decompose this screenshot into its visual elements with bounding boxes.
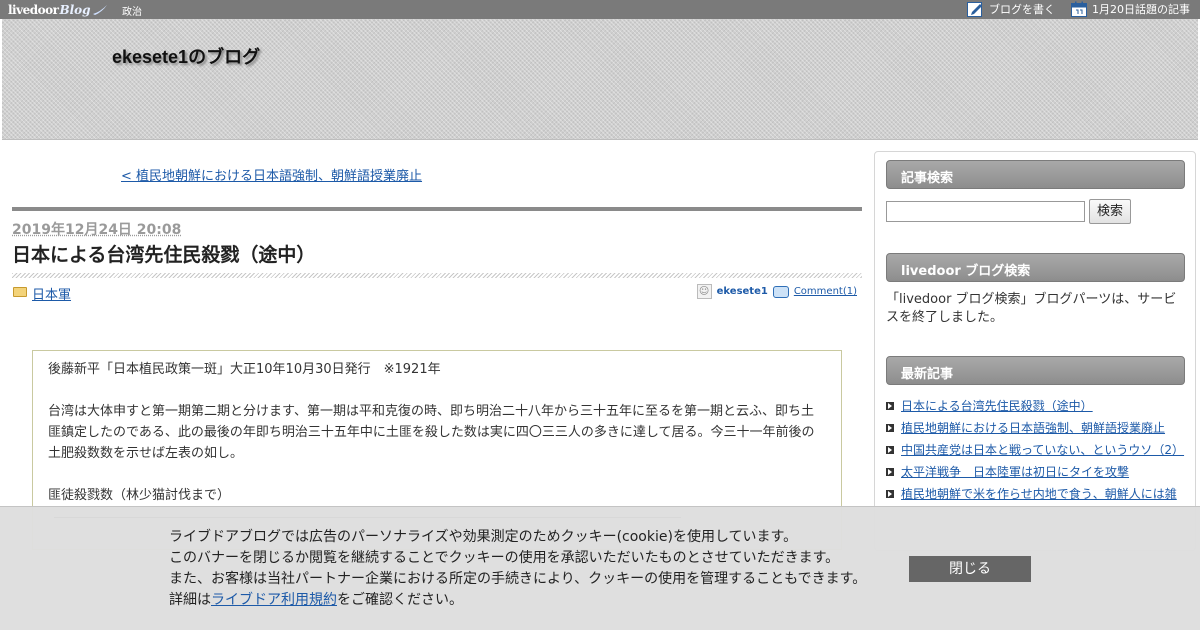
livedoor-blog-logo[interactable]: livedoor Blog [8, 1, 108, 18]
recent-articles-list: 日本による台湾先住民殺戮（途中） 植民地朝鮮における日本語強制、朝鮮語授業廃止 … [886, 395, 1186, 505]
blog-title[interactable]: ekesete1のブログ [112, 43, 260, 69]
category-link[interactable]: 日本軍 [32, 284, 71, 303]
sidebar: 記事検索 検索 livedoor ブログ検索 「livedoor ブログ検索」ブ… [874, 151, 1196, 551]
cookie-consent-banner: ライブドアブログでは広告のパーソナライズや効果測定のためクッキー(cookie)… [0, 506, 1200, 630]
list-item: 植民地朝鮮で米を作らせ内地で食う、朝鮮人には雑 [886, 483, 1186, 505]
list-item: 日本による台湾先住民殺戮（途中） [886, 395, 1186, 417]
bullet-arrow-icon [886, 424, 894, 432]
entry-date[interactable]: 2019年12月24日 20:08 [12, 219, 181, 239]
recent-article-link[interactable]: 日本による台湾先住民殺戮（途中） [901, 399, 1093, 413]
list-item: 植民地朝鮮における日本語強制、朝鮮語授業廃止 [886, 417, 1186, 439]
recent-article-link[interactable]: 植民地朝鮮で米を作らせ内地で食う、朝鮮人には雑 [901, 487, 1177, 501]
topbar-right-links: ブログを書く 1月20日話題の記事 [967, 1, 1190, 17]
user-icon: ☺ [696, 284, 712, 299]
entry-meta-row: 日本軍 ☺ ekesete1 Comment(1) [12, 283, 862, 303]
cookie-text-line: ライブドアブログでは広告のパーソナライズや効果測定のためクッキー(cookie)… [169, 529, 798, 545]
cookie-details-prefix: 詳細は [169, 592, 211, 608]
calendar-icon [1071, 1, 1087, 17]
write-blog-label: ブログを書く [989, 3, 1055, 16]
trending-articles-label: 1月20日話題の記事 [1092, 3, 1190, 16]
recent-article-link[interactable]: 植民地朝鮮における日本語強制、朝鮮語授業廃止 [901, 421, 1165, 435]
cookie-text-line: このバナーを閉じるか閲覧を継続することでクッキーの使用を承認いただいたものとさせ… [169, 550, 840, 566]
cookie-text-line: また、お客様は当社パートナー企業における所定の手続きにより、クッキーの使用を管理… [169, 571, 867, 587]
bullet-arrow-icon [886, 446, 894, 454]
recent-article-link[interactable]: 中国共産党は日本と戦っていない、というウソ（2） [901, 443, 1184, 457]
cookie-text-line: 詳細はライブドア利用規約をご確認ください。 [169, 590, 866, 611]
bullet-arrow-icon [886, 402, 894, 410]
list-item: 中国共産党は日本と戦っていない、というウソ（2） [886, 439, 1186, 461]
recent-articles-heading: 最新記事 [886, 356, 1185, 385]
entry-title: 日本による台湾先住民殺戮（途中） [12, 244, 316, 266]
topbar-category-link[interactable]: 政治 [122, 3, 142, 18]
recent-article-link[interactable]: 太平洋戦争 日本陸軍は初日にタイを攻撃 [901, 465, 1129, 479]
logo-swoosh-icon [92, 4, 107, 15]
write-blog-link[interactable]: ブログを書く [967, 1, 1055, 17]
cookie-close-button[interactable]: 閉じる [909, 556, 1031, 582]
entry-author-meta: ☺ ekesete1 Comment(1) [696, 284, 857, 299]
top-bar: livedoor Blog 政治 ブログを書く 1月20日話題の記事 [0, 0, 1200, 19]
entry-divider [12, 207, 862, 211]
comments-link[interactable]: Comment(1) [794, 286, 857, 297]
article-paragraph: 後藤新平「日本植民政策一斑」大正10年10月30日発行 ※1921年 [48, 362, 441, 377]
pencil-icon [967, 2, 982, 17]
title-stripe-divider [12, 273, 862, 278]
cookie-banner-text: ライブドアブログでは広告のパーソナライズや効果測定のためクッキー(cookie)… [169, 527, 866, 611]
logo-livedoor-text: livedoor [8, 2, 59, 17]
livedoor-search-heading: livedoor ブログ検索 [886, 253, 1185, 282]
trending-articles-link[interactable]: 1月20日話題の記事 [1071, 1, 1190, 17]
blog-header: ekesete1のブログ [2, 19, 1198, 140]
previous-article-link[interactable]: < 植民地朝鮮における日本語強制、朝鮮語授業廃止 [121, 165, 422, 184]
livedoor-search-notice: 「livedoor ブログ検索」ブログパーツは、サービスを終了しました。 [886, 292, 1177, 325]
search-button[interactable]: 検索 [1089, 199, 1131, 224]
comment-icon [772, 285, 789, 298]
folder-icon [13, 287, 27, 297]
article-table-caption: 匪徒殺戮数（林少猫討伐まで） [48, 488, 231, 503]
search-heading: 記事検索 [886, 160, 1185, 189]
author-link[interactable]: ekesete1 [717, 286, 768, 297]
terms-of-use-link[interactable]: ライブドア利用規約 [211, 592, 337, 608]
list-item: 太平洋戦争 日本陸軍は初日にタイを攻撃 [886, 461, 1186, 483]
cookie-details-suffix: をご確認ください。 [337, 592, 463, 608]
bullet-arrow-icon [886, 490, 894, 498]
logo-blog-text: Blog [59, 2, 91, 17]
article-search-input[interactable] [886, 201, 1085, 222]
article-paragraph: 台湾は大体申すと第一期第二期と分けます、第一期は平和克復の時、即ち明治二十八年か… [48, 404, 815, 461]
bullet-arrow-icon [886, 468, 894, 476]
